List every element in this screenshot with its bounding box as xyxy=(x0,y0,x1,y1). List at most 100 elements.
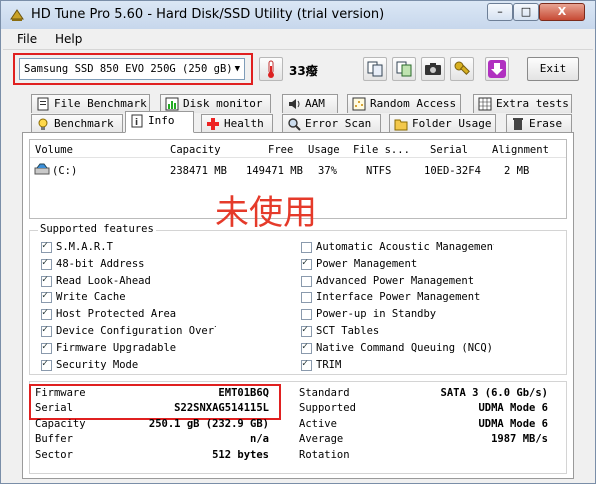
tab-label: Error Scan xyxy=(305,117,372,130)
feature-label: Power Management xyxy=(316,257,418,270)
info-value: n/a xyxy=(250,433,269,446)
cell-capacity: 238471 MB xyxy=(170,165,227,177)
feature-checkbox xyxy=(301,324,312,337)
info-value: 1987 MB/s xyxy=(491,433,548,446)
speaker-icon xyxy=(289,99,300,109)
tab-benchmark[interactable]: Benchmark xyxy=(31,114,123,133)
feature-label: 48-bit Address xyxy=(56,257,145,270)
feature-label: SCT Tables xyxy=(316,325,380,337)
close-button[interactable]: X xyxy=(539,3,585,21)
tab-label: File Benchmark xyxy=(54,97,147,110)
copy-icon xyxy=(367,61,383,77)
grid-icon xyxy=(478,97,492,111)
feature-checkbox xyxy=(41,274,52,287)
cell-volume: (C:) xyxy=(52,165,78,177)
temperature-readout: 33癈 xyxy=(289,64,318,78)
tab-info[interactable]: i Info xyxy=(125,111,194,133)
tab-label: Info xyxy=(148,114,175,127)
feature-checkbox xyxy=(41,240,52,253)
wrench-icon xyxy=(454,61,470,75)
info-label: Capacity xyxy=(35,417,86,430)
tab-random-access[interactable]: Random Access xyxy=(347,94,461,113)
feature-label: Automatic Acoustic Management xyxy=(316,241,494,253)
temperature-button[interactable] xyxy=(259,57,283,81)
feature-label: Read Look-Ahead xyxy=(56,274,151,287)
window-title: HD Tune Pro 5.60 - Hard Disk/SSD Utility… xyxy=(31,7,385,22)
feature-checkbox xyxy=(301,309,312,321)
cell-free: 149471 MB xyxy=(246,165,303,177)
menu-bar: File Help xyxy=(3,29,593,49)
app-icon xyxy=(10,9,24,21)
scatter-icon xyxy=(352,97,366,111)
maximize-button[interactable]: □ xyxy=(513,3,539,21)
info-label: Active xyxy=(299,417,337,430)
feature-label: S.M.A.R.T xyxy=(56,241,113,253)
save-button[interactable] xyxy=(485,57,509,81)
plus-cross-icon xyxy=(207,118,219,130)
feature-checkbox xyxy=(41,257,52,270)
feature-label: Host Protected Area xyxy=(56,308,177,321)
exit-button[interactable]: Exit xyxy=(527,57,579,81)
screenshot-button[interactable] xyxy=(421,57,445,81)
info-value: S22SNXAG514115L xyxy=(174,402,269,415)
tab-label: Random Access xyxy=(370,97,457,110)
feature-label: Firmware Upgradable xyxy=(56,341,177,354)
info-value: SATA 3 (6.0 Gb/s) xyxy=(440,387,548,399)
copy-all-button[interactable] xyxy=(392,57,416,81)
info-panel: Volume Capacity Free Usage File s... Ser… xyxy=(22,132,574,479)
tab-erase[interactable]: Erase xyxy=(506,114,572,133)
feature-checkbox xyxy=(301,275,312,287)
options-button[interactable] xyxy=(450,57,474,81)
feature-checkbox xyxy=(41,358,52,371)
info-label: Firmware xyxy=(35,387,86,399)
feature-label: Interface Power Management xyxy=(316,291,481,304)
feature-label: Security Mode xyxy=(56,358,139,371)
feature-checkbox xyxy=(301,242,312,253)
menu-help[interactable]: Help xyxy=(55,32,82,46)
tab-folder-usage[interactable]: Folder Usage xyxy=(389,114,496,133)
tab-extra-tests[interactable]: Extra tests xyxy=(473,94,572,113)
info-value: 250.1 gB (232.9 GB) xyxy=(148,417,269,430)
folder-icon xyxy=(394,119,408,131)
feature-checkbox xyxy=(41,324,52,337)
tab-error-scan[interactable]: Error Scan xyxy=(282,114,381,133)
camera-icon xyxy=(425,63,441,75)
minimize-icon: – xyxy=(497,5,503,18)
feature-label: Power-up in Standby xyxy=(316,308,437,321)
tab-aam[interactable]: AAM xyxy=(282,94,338,113)
info-label: Rotation xyxy=(299,448,350,461)
info-label: Average xyxy=(299,433,344,446)
copy-info-button[interactable] xyxy=(363,57,387,81)
feature-checkbox xyxy=(301,292,312,304)
feature-checkbox xyxy=(41,290,52,304)
download-arrow-icon xyxy=(488,60,506,78)
cell-alignment: 2 MB xyxy=(504,165,530,177)
feature-checkbox xyxy=(41,307,52,321)
info-value: 512 bytes xyxy=(212,448,269,461)
supported-features-title: Supported features xyxy=(38,223,156,235)
tab-label: Benchmark xyxy=(54,117,114,130)
tab-label: Health xyxy=(224,117,264,130)
menu-file[interactable]: File xyxy=(17,32,37,46)
copy-green-icon xyxy=(396,61,412,77)
tab-label: Disk monitor xyxy=(183,97,263,110)
tab-health[interactable]: Health xyxy=(201,114,273,133)
tab-label: Erase xyxy=(529,117,563,130)
cell-file-system: NTFS xyxy=(366,165,392,177)
svg-text:i: i xyxy=(135,118,138,128)
info-label: Serial xyxy=(35,402,73,415)
file-icon xyxy=(37,97,49,111)
close-icon: X xyxy=(557,5,567,18)
minimize-button[interactable]: – xyxy=(487,3,513,21)
cell-usage: 37% xyxy=(318,165,337,177)
trash-icon xyxy=(513,118,523,130)
tab-label: AAM xyxy=(305,97,325,110)
bar-chart-icon xyxy=(165,97,179,111)
maximize-icon: □ xyxy=(520,5,532,18)
magnifier-icon xyxy=(288,118,301,131)
toolbar: Samsung SSD 850 EVO 250G (250 gB) ▼ 33癈 … xyxy=(3,49,593,90)
info-value: UDMA Mode 6 xyxy=(478,417,548,430)
feature-checkbox xyxy=(301,341,312,354)
feature-checkbox xyxy=(41,341,52,354)
feature-label: Device Configuration Overlay xyxy=(56,325,216,337)
